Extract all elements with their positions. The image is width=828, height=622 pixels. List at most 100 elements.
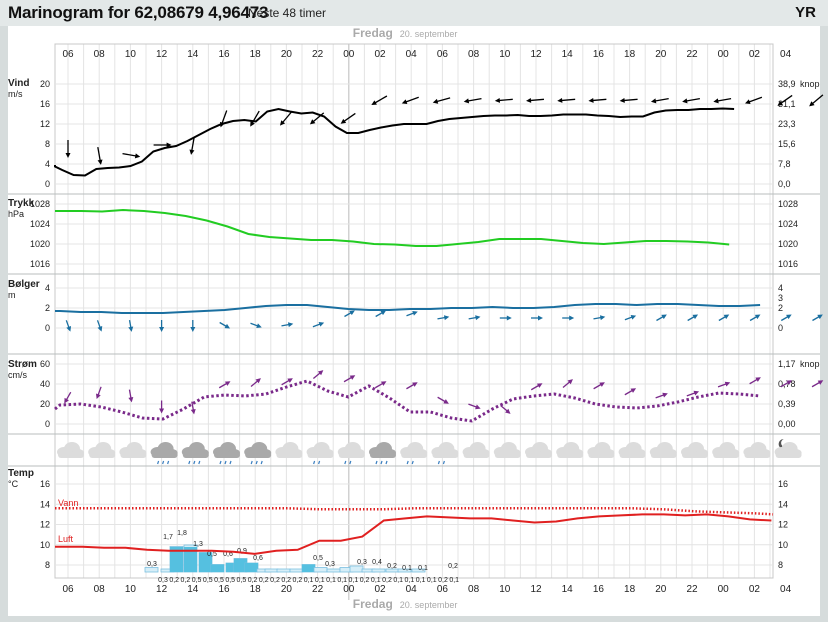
current-arrow xyxy=(312,370,324,380)
hour-label-top: 00 xyxy=(718,49,730,60)
cloud-icon xyxy=(712,442,740,458)
current-arrow-head xyxy=(662,392,668,398)
wind-tick-right: 23,3 xyxy=(778,119,796,129)
precip-bar-fill xyxy=(302,564,315,572)
precip-top-label: 0,1 xyxy=(402,565,412,572)
hour-label-top: 04 xyxy=(406,49,418,60)
wind-tick-left: 16 xyxy=(40,99,50,109)
waves-arrow-head xyxy=(692,314,699,320)
rain-drop xyxy=(167,460,170,465)
rain-drop xyxy=(318,460,321,465)
wind-tick-left: 20 xyxy=(40,79,50,89)
rain-drop xyxy=(349,460,352,465)
current-arrow-head xyxy=(443,399,449,404)
precip-label: 0,1 xyxy=(427,577,437,584)
current-arrow-head xyxy=(724,381,731,387)
rain-drop xyxy=(406,460,409,465)
precip-top-label: 1,7 xyxy=(163,534,173,541)
waves-arrow-head xyxy=(159,327,165,332)
waves-arrow xyxy=(656,314,667,322)
waves-arrow-head xyxy=(786,314,792,320)
wind-arrow xyxy=(463,97,482,104)
precip-label: 0,1 xyxy=(393,577,403,584)
hour-label-top: 14 xyxy=(187,49,199,60)
current-arrow xyxy=(717,381,731,388)
waves-arrow xyxy=(780,314,792,322)
pressure-tick-left: 1020 xyxy=(30,239,50,249)
rain-cloud-icon xyxy=(306,442,334,465)
cloud-part xyxy=(744,452,771,458)
rain-cloud-icon xyxy=(213,442,240,465)
hour-label-bottom: 08 xyxy=(94,584,106,595)
wind-arrow xyxy=(65,140,71,158)
precip-label: 0,5 xyxy=(203,577,213,584)
current-label: Strøm xyxy=(8,359,37,370)
water-series-label: Vann xyxy=(58,498,78,508)
waves-tick-right: 3 xyxy=(778,293,783,303)
precip-top-label: 0,5 xyxy=(207,551,217,558)
wind-label: Vind xyxy=(8,78,29,89)
waves-tick-right: 4 xyxy=(778,283,783,293)
wind-arrow-head xyxy=(650,98,657,104)
cloud-icon xyxy=(618,442,646,458)
precip-top-label: 0,1 xyxy=(418,565,428,572)
wind-arrow xyxy=(809,94,824,107)
current-arrow xyxy=(500,404,511,414)
precip-label: 0,1 xyxy=(449,577,459,584)
waves-arrow xyxy=(593,315,606,321)
rain-drop xyxy=(255,460,258,465)
waves-arrow-head xyxy=(256,323,262,329)
wind-arrow xyxy=(279,111,293,126)
wind-arrow-head xyxy=(588,97,594,103)
waves-arrow-head xyxy=(538,315,543,321)
precip-bar xyxy=(144,567,159,573)
hour-label-top: 18 xyxy=(624,49,636,60)
cloud-icon xyxy=(57,442,84,458)
current-arrow xyxy=(468,403,481,410)
hour-label-top: 22 xyxy=(686,49,698,60)
hour-label-bottom: 06 xyxy=(437,584,449,595)
rain-cloud-icon xyxy=(181,442,209,465)
precip-bar xyxy=(264,568,279,573)
cloud-icon xyxy=(462,442,490,458)
hour-label-top: 20 xyxy=(655,49,667,60)
hour-label-top: 22 xyxy=(312,49,324,60)
waves-arrow xyxy=(562,315,575,321)
precip-top-label: 0,2 xyxy=(448,563,458,570)
cloud-part xyxy=(370,452,396,458)
rain-drop xyxy=(157,460,160,465)
current-arrow-head xyxy=(159,408,165,414)
hour-label-bottom: 20 xyxy=(655,584,667,595)
current-arrow xyxy=(624,388,637,396)
current-arrow-head xyxy=(287,378,293,383)
wind-arrow xyxy=(494,97,513,103)
current-arrow xyxy=(562,379,573,389)
waves-arrow-head xyxy=(412,310,418,316)
precip-label: 0,2 xyxy=(248,577,258,584)
day-label-top: Fredag xyxy=(353,26,393,40)
cloud-icon xyxy=(88,442,116,458)
wind-tick-left: 12 xyxy=(40,119,50,129)
waves-unit: m xyxy=(8,290,16,300)
precip-top-label: 0,3 xyxy=(147,561,157,568)
date-label-bottom: 20. september xyxy=(400,600,458,610)
wind-arrow xyxy=(557,97,576,103)
current-arrow xyxy=(159,400,165,414)
rain-drop xyxy=(188,460,191,465)
wind-arrow-head xyxy=(494,97,501,103)
wind-arrow xyxy=(650,97,669,104)
precip-label: 0,1 xyxy=(405,577,415,584)
hour-label-top: 12 xyxy=(156,49,168,60)
cloud-part xyxy=(526,452,552,458)
precip-bar xyxy=(371,568,386,573)
precip-label: 0,1 xyxy=(337,577,347,584)
waves-arrow-head xyxy=(443,315,450,321)
rain-drop xyxy=(219,460,222,465)
rain-cloud-icon xyxy=(431,442,459,465)
waves-arrow-head xyxy=(190,327,196,332)
rain-drop xyxy=(162,460,165,465)
cloud-icon xyxy=(525,442,552,458)
waves-arrow-head xyxy=(569,315,575,321)
wind-line xyxy=(54,107,735,177)
precip-label: 0,1 xyxy=(416,577,426,584)
